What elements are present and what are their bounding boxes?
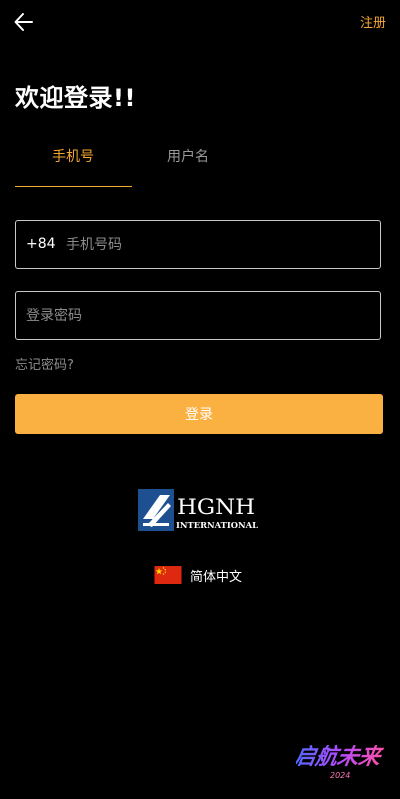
language-label: 简体中文 — [190, 569, 243, 585]
back-button[interactable] — [12, 10, 36, 34]
forgot-password-link[interactable]: 忘记密码? — [15, 354, 74, 373]
tab-username[interactable]: 用户名 — [130, 146, 246, 166]
phone-field: +84 — [15, 220, 381, 269]
language-switcher[interactable]: 简体中文 — [154, 565, 242, 585]
hgnh-logo: HGNH INTERNATIONAL — [138, 489, 262, 533]
phone-input[interactable] — [66, 233, 366, 257]
register-link[interactable]: 注册 — [360, 12, 386, 31]
tab-phone[interactable]: 手机号 — [15, 146, 131, 166]
logo-sub-text: INTERNATIONAL — [176, 520, 258, 530]
password-field — [15, 291, 381, 340]
watermark-text: 启航未来 — [296, 744, 385, 770]
login-button[interactable]: 登录 — [15, 394, 383, 434]
arrow-left-icon — [14, 13, 33, 31]
logo-main-text: HGNH — [177, 495, 255, 519]
page-title: 欢迎登录!! — [15, 84, 136, 112]
country-code-selector[interactable]: +84 — [26, 236, 56, 252]
password-input[interactable] — [26, 304, 366, 328]
login-button-label: 登录 — [185, 407, 213, 423]
watermark-logo: 启航未来 2024 — [291, 736, 388, 782]
active-tab-indicator — [15, 186, 132, 187]
china-flag-icon — [154, 566, 182, 584]
watermark-subtext: 2024 — [330, 771, 350, 780]
